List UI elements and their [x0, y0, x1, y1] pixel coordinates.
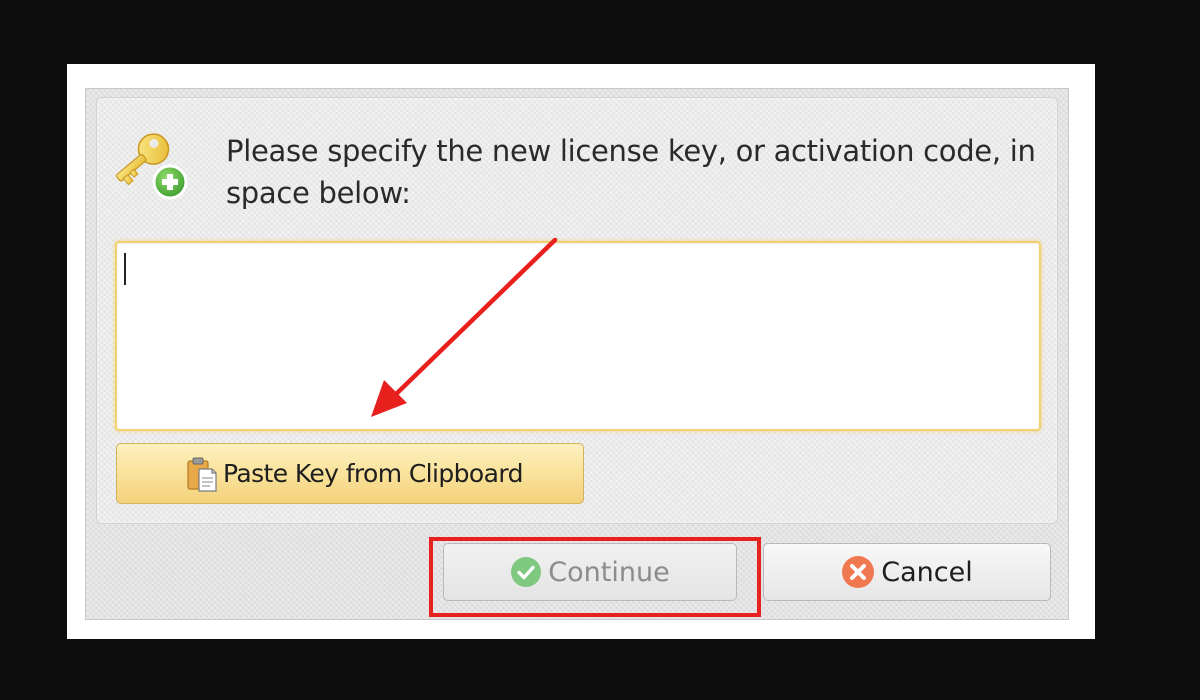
license-key-input[interactable] — [115, 241, 1041, 431]
continue-button[interactable]: Continue — [443, 543, 737, 601]
cancel-button[interactable]: Cancel — [763, 543, 1051, 601]
text-caret — [124, 253, 126, 285]
cancel-label: Cancel — [881, 556, 973, 588]
key-add-icon — [115, 133, 188, 200]
instruction-text: Please specify the new license key, or a… — [226, 134, 1036, 210]
clipboard-paste-icon — [187, 457, 217, 492]
check-circle-icon — [511, 557, 542, 587]
paste-key-label: Paste Key from Clipboard — [223, 459, 523, 488]
continue-label: Continue — [548, 556, 670, 588]
paste-key-button[interactable]: Paste Key from Clipboard — [116, 443, 584, 504]
x-circle-icon — [842, 556, 875, 588]
